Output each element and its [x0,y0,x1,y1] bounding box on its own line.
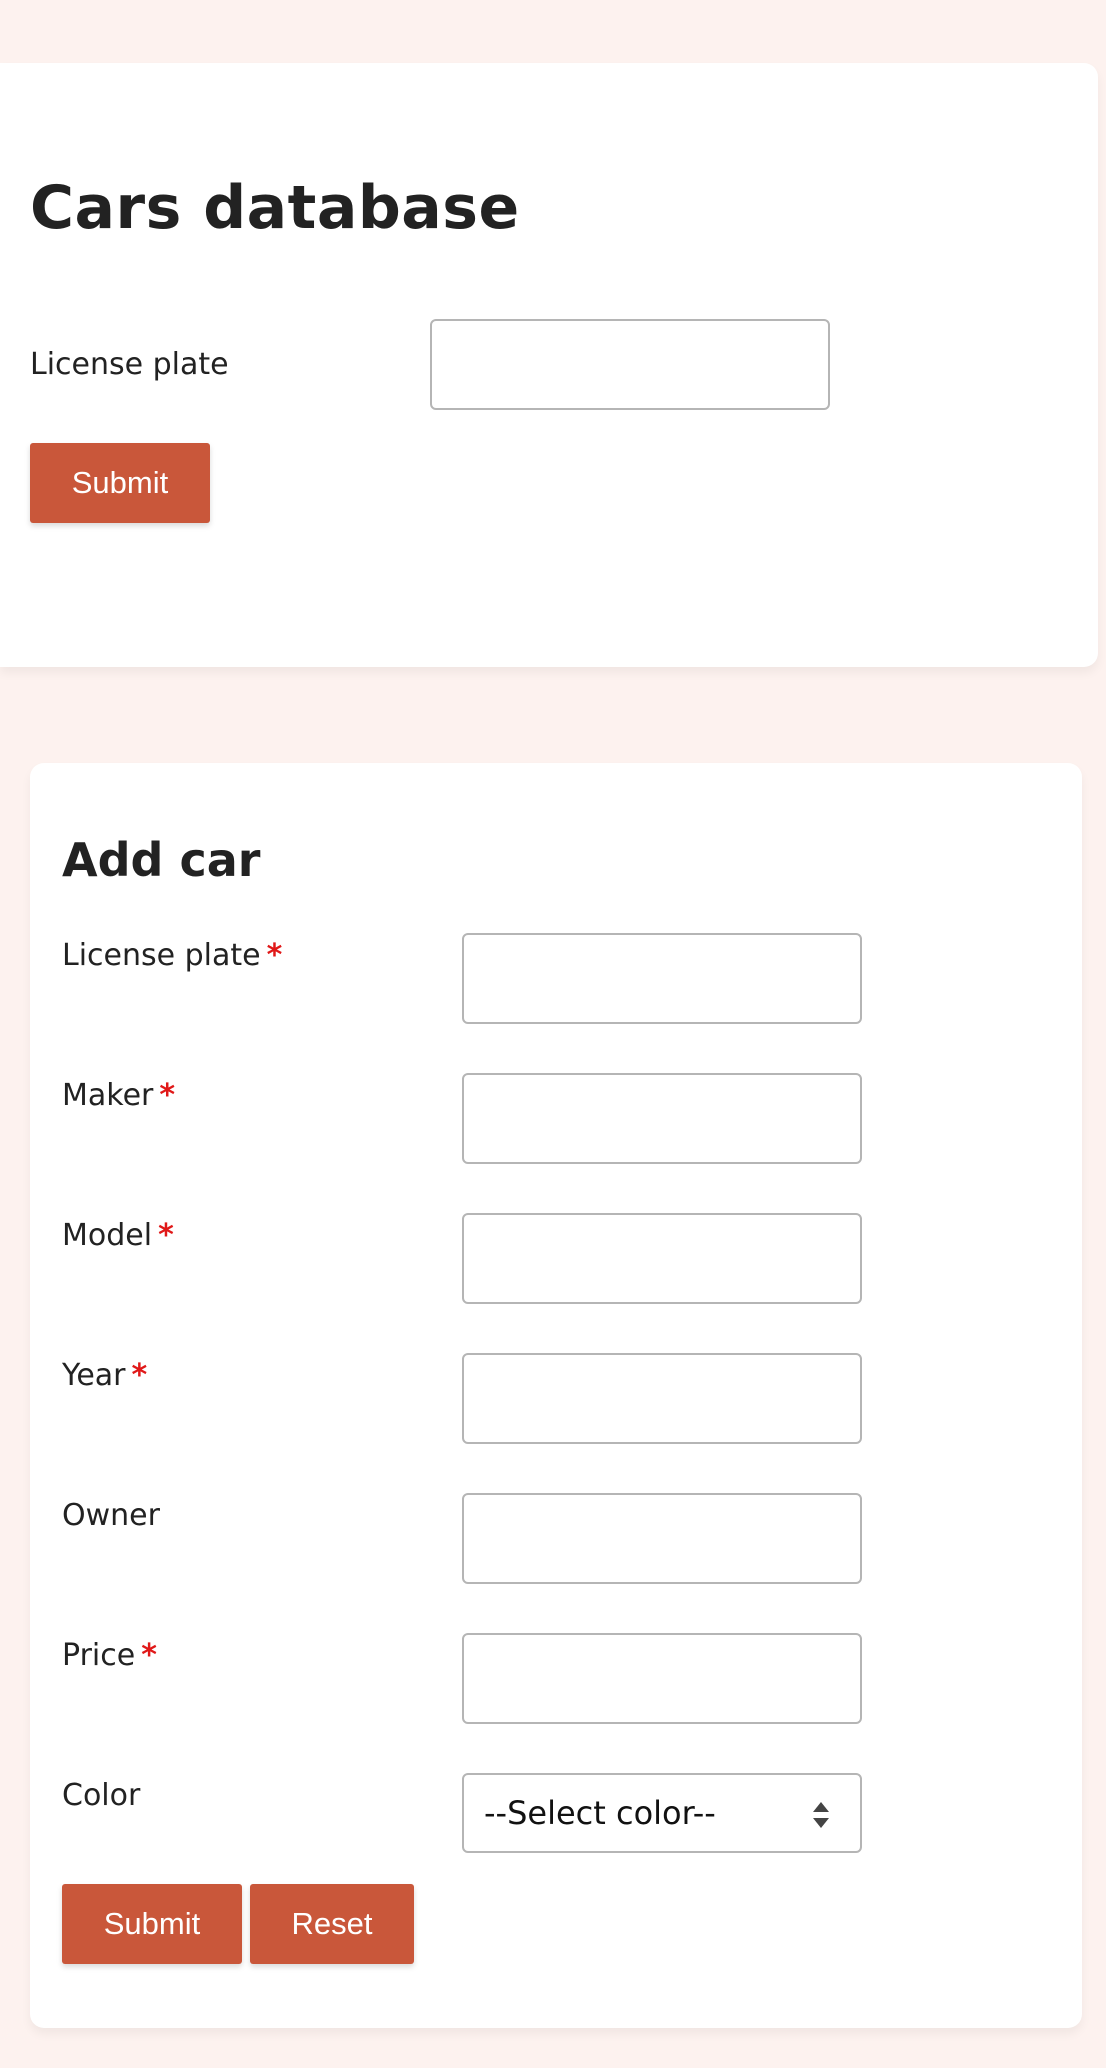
price-label-text: Price [62,1638,136,1673]
color-select[interactable]: --Select color-- [462,1773,862,1853]
year-input[interactable] [462,1353,862,1444]
search-license-plate-label: License plate [30,347,229,382]
required-marker: * [141,1638,157,1673]
search-submit-button[interactable]: Submit [30,443,210,523]
model-label: Model * [62,1216,174,1256]
price-label: Price * [62,1636,157,1676]
license-plate-label: License plate * [62,936,282,976]
owner-input[interactable] [462,1493,862,1584]
search-license-plate-input[interactable] [430,319,830,410]
license-plate-label-text: License plate [62,938,261,973]
required-marker: * [158,1218,174,1253]
owner-label: Owner [62,1496,160,1536]
reset-button[interactable]: Reset [250,1884,414,1964]
model-label-text: Model [62,1218,153,1253]
color-label-text: Color [62,1778,141,1813]
select-arrows-icon [813,1802,829,1828]
required-marker: * [159,1078,176,1113]
model-input[interactable] [462,1213,862,1304]
add-car-submit-button[interactable]: Submit [62,1884,242,1964]
required-marker: * [266,938,283,973]
license-plate-input[interactable] [462,933,862,1024]
owner-label-text: Owner [62,1498,160,1533]
page-title: Cars database [30,173,520,243]
maker-label-text: Maker [62,1078,154,1113]
maker-input[interactable] [462,1073,862,1164]
maker-label: Maker * [62,1076,175,1116]
year-label-text: Year [62,1358,126,1393]
year-label: Year * [62,1356,147,1396]
price-input[interactable] [462,1633,862,1724]
color-select-value: --Select color-- [484,1794,716,1832]
add-car-title: Add car [62,833,261,887]
required-marker: * [131,1358,148,1393]
color-label: Color [62,1776,140,1816]
